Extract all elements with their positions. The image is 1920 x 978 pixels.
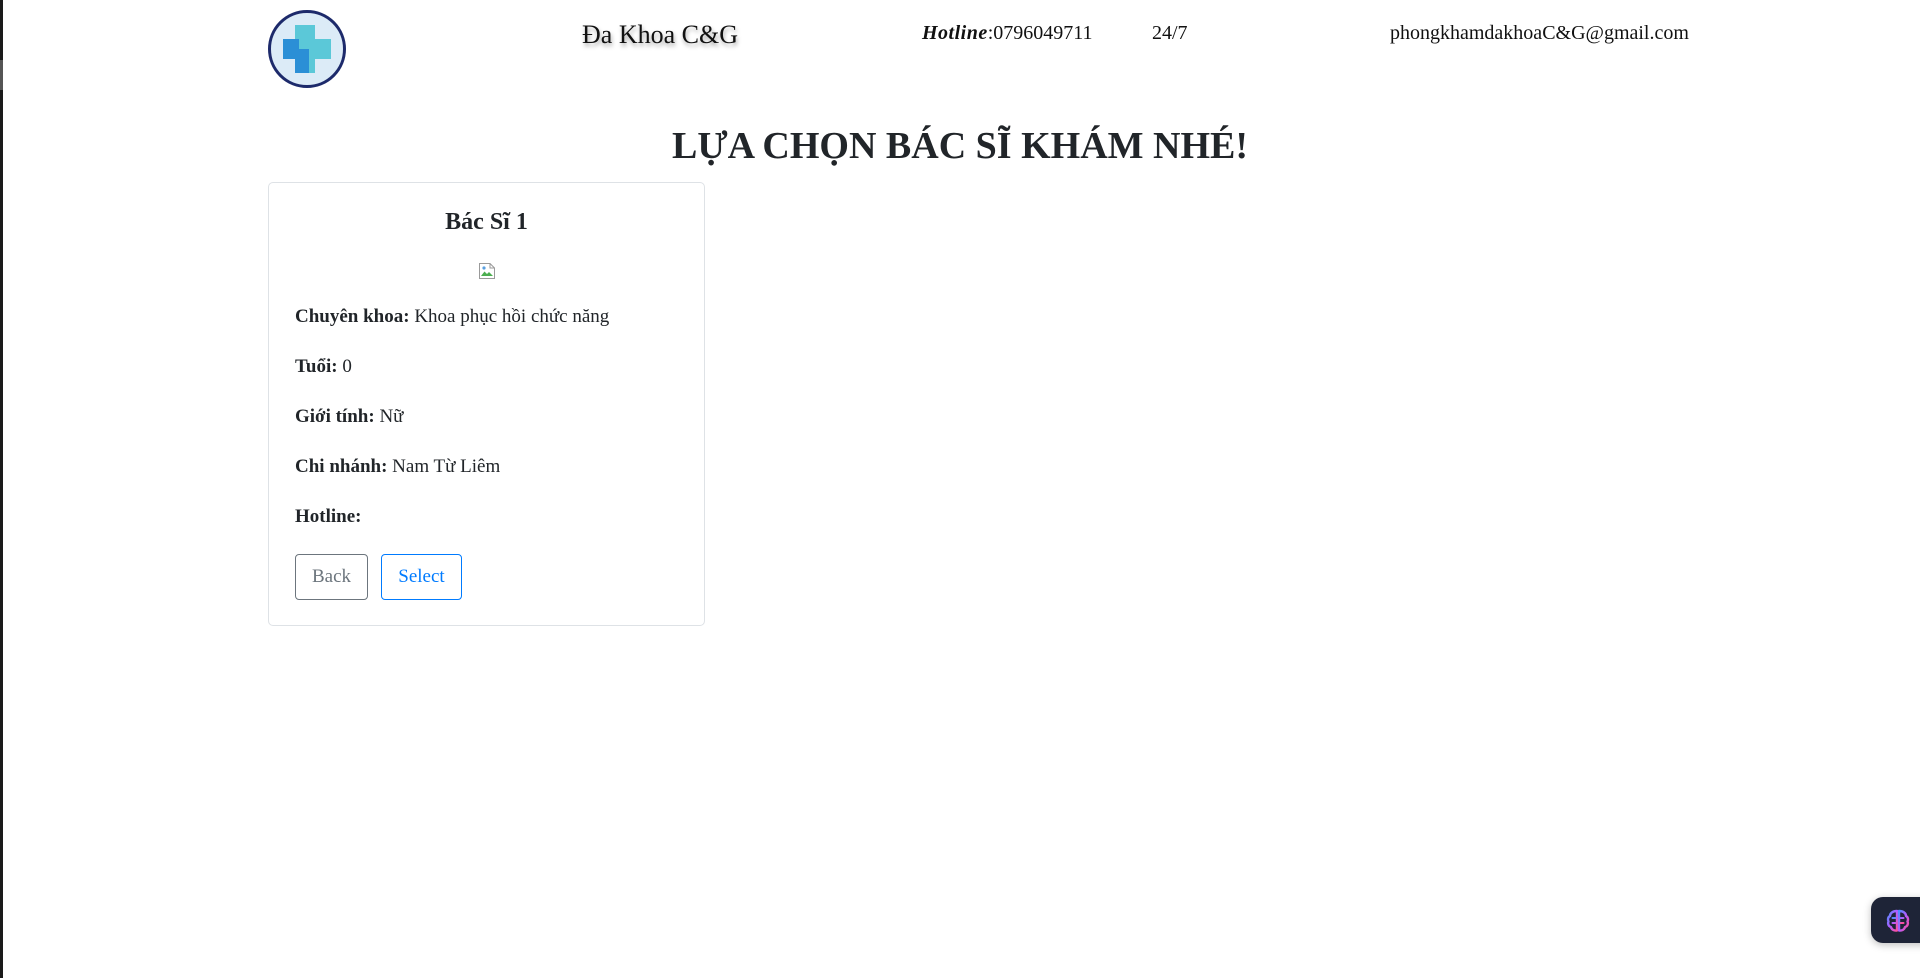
brand-name[interactable]: Đa Khoa C&G [582, 20, 738, 50]
branch-value: Nam Từ Liêm [392, 456, 501, 477]
back-button[interactable]: Back [295, 554, 368, 600]
site-logo[interactable] [268, 10, 346, 88]
gender-label: Giới tính: [295, 406, 375, 427]
broken-image-icon [479, 263, 495, 279]
hotline-row: Hotline: [295, 506, 362, 528]
brain-icon [1886, 909, 1910, 932]
doctor-hotline-label: Hotline: [295, 506, 362, 527]
doctor-name: Bác Sĩ 1 [445, 209, 528, 235]
branch-row: Chi nhánh: Nam Từ Liêm [295, 456, 500, 478]
gender-value: Nữ [379, 406, 404, 427]
contact-email: phongkhamdakhoaC&G@gmail.com [1390, 22, 1689, 44]
gender-row: Giới tính: Nữ [295, 406, 403, 428]
header-hotline: Hotline:0796049711 [922, 22, 1093, 45]
hotline-number: 0796049711 [993, 22, 1093, 44]
age-label: Tuổi: [295, 356, 338, 377]
specialty-value: Khoa phục hồi chức năng [414, 306, 610, 327]
site-header: Đa Khoa C&G Hotline:0796049711 24/7 phon… [0, 0, 1920, 100]
opening-hours: 24/7 [1152, 22, 1188, 44]
floating-assistant-button[interactable] [1871, 897, 1920, 943]
select-button[interactable]: Select [381, 554, 462, 600]
specialty-label: Chuyên khoa: [295, 306, 410, 327]
medical-cross-icon [283, 25, 331, 73]
branch-label: Chi nhánh: [295, 456, 388, 477]
age-row: Tuổi: 0 [295, 356, 352, 378]
age-value: 0 [342, 356, 352, 377]
hotline-label: Hotline [922, 22, 988, 44]
doctor-card: Bác Sĩ 1 Chuyên khoa: Khoa phục hồi chức… [268, 182, 705, 626]
specialty-row: Chuyên khoa: Khoa phục hồi chức năng [295, 306, 609, 328]
page-title: LỰA CHỌN BÁC SĨ KHÁM NHÉ! [671, 125, 1248, 167]
